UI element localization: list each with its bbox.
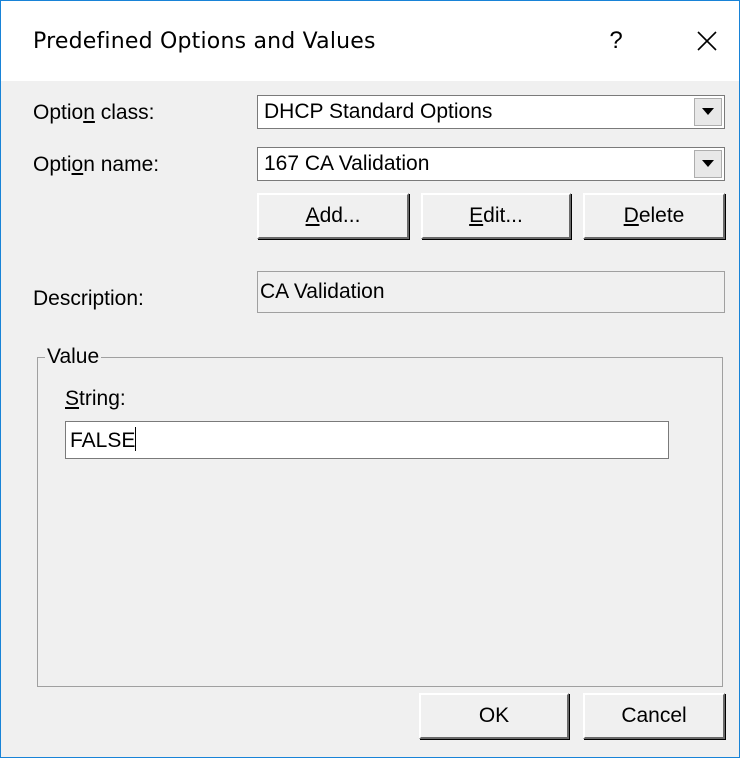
string-label: String: bbox=[65, 387, 126, 410]
help-icon: ? bbox=[609, 27, 623, 54]
delete-button[interactable]: Delete bbox=[583, 193, 725, 239]
title-bar: Predefined Options and Values ? bbox=[1, 1, 739, 81]
option-class-value: DHCP Standard Options bbox=[264, 100, 493, 123]
dialog-title: Predefined Options and Values bbox=[33, 29, 376, 54]
option-class-select[interactable]: DHCP Standard Options bbox=[257, 95, 725, 129]
dropdown-arrow-icon bbox=[702, 108, 714, 115]
ok-button[interactable]: OK bbox=[419, 693, 569, 739]
description-value: CA Validation bbox=[260, 280, 385, 303]
edit-button[interactable]: Edit... bbox=[421, 193, 571, 239]
help-button[interactable]: ? bbox=[591, 17, 641, 65]
add-button[interactable]: Add... bbox=[257, 193, 409, 239]
dialog-window: Predefined Options and Values ? Option c… bbox=[0, 0, 740, 758]
close-icon bbox=[697, 31, 717, 51]
value-group-label: Value bbox=[45, 345, 102, 369]
cancel-button[interactable]: Cancel bbox=[583, 693, 725, 739]
option-name-label: Option name: bbox=[33, 153, 160, 176]
option-name-select[interactable]: 167 CA Validation bbox=[257, 147, 725, 181]
value-groupbox bbox=[37, 357, 723, 687]
text-caret bbox=[135, 427, 137, 451]
close-button[interactable] bbox=[681, 17, 733, 65]
description-label: Description: bbox=[33, 287, 144, 310]
string-input[interactable]: FALSE bbox=[65, 421, 669, 459]
option-name-value: 167 CA Validation bbox=[264, 152, 430, 175]
option-class-label: Option class: bbox=[33, 101, 155, 124]
description-field: CA Validation bbox=[257, 271, 725, 313]
string-value: FALSE bbox=[70, 429, 136, 452]
option-class-dropdown-button[interactable] bbox=[694, 98, 722, 126]
option-name-dropdown-button[interactable] bbox=[694, 150, 722, 178]
dropdown-arrow-icon bbox=[702, 160, 714, 167]
